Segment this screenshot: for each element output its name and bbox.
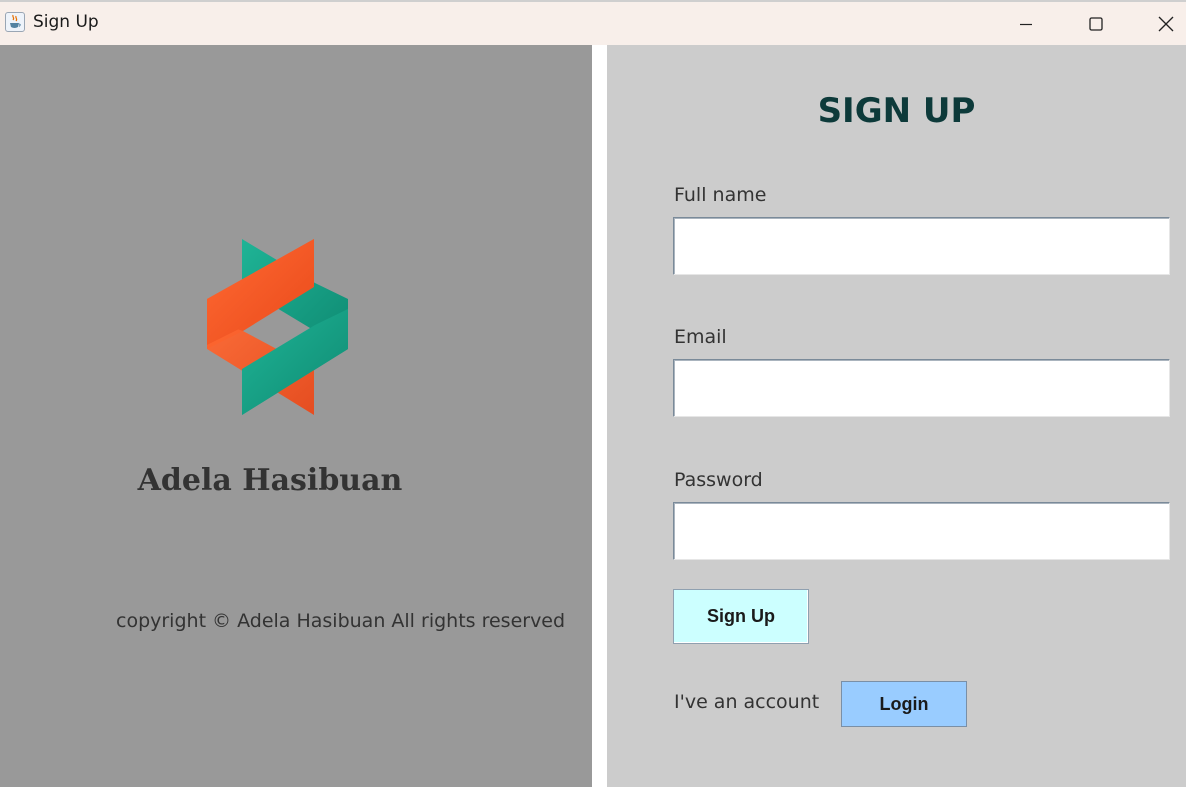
password-input[interactable] [673,502,1170,560]
full-name-input[interactable] [673,217,1170,275]
panel-divider [592,45,607,787]
branding-panel: Adela Hasibuan copyright © Adela Hasibua… [0,45,592,787]
app-window: Sign Up Adela Hasibuan copyright © Adela… [0,0,1186,787]
brand-name: Adela Hasibuan [137,463,403,498]
email-label: Email [674,326,727,348]
close-icon [1158,16,1174,32]
password-label: Password [674,469,763,491]
minimize-icon [1020,23,1032,26]
maximize-button[interactable] [1066,2,1126,45]
copyright-text: copyright © Adela Hasibuan All rights re… [116,610,566,632]
full-name-label: Full name [674,184,767,206]
title-bar: Sign Up [0,0,1186,45]
form-title: SIGN UP [817,91,976,131]
login-button[interactable]: Login [841,681,967,727]
brand-logo [207,239,348,415]
maximize-icon [1089,17,1103,31]
account-prompt-text: I've an account [674,691,820,713]
java-cup-icon [5,12,25,32]
signup-button[interactable]: Sign Up [673,589,809,644]
signup-form-panel: SIGN UP Full name Email Password Sign Up… [607,45,1186,787]
close-button[interactable] [1136,2,1186,45]
window-title: Sign Up [33,12,99,32]
minimize-button[interactable] [996,2,1056,45]
email-input[interactable] [673,359,1170,417]
